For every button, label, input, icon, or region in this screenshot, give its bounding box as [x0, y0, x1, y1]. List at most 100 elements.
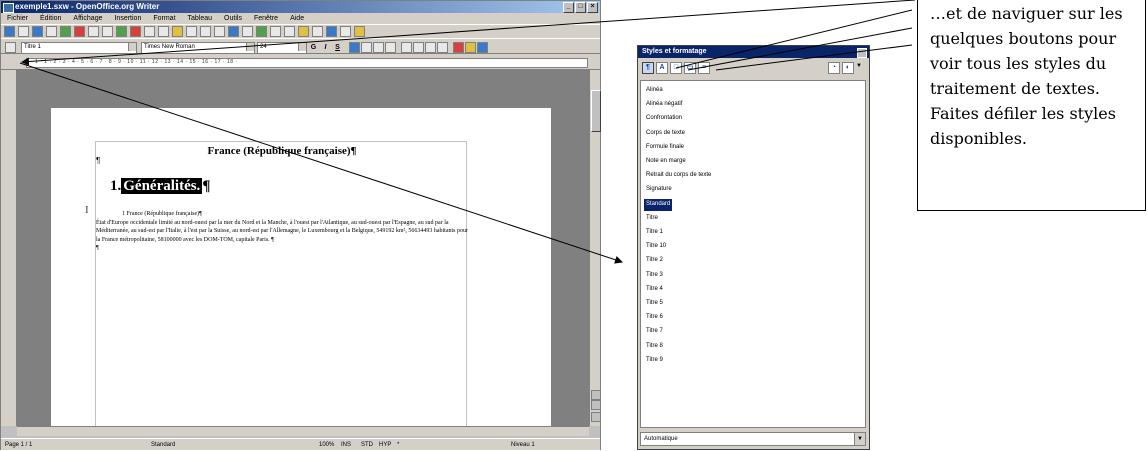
style-list-item[interactable]: Corps de texte	[644, 128, 687, 140]
style-list-item[interactable]: Titre 3	[644, 270, 665, 282]
paragraph-style-combo[interactable]: Titre 1	[21, 42, 137, 54]
nonprinting-chars-icon[interactable]	[326, 26, 337, 37]
open-icon[interactable]	[18, 26, 29, 37]
style-filter-combo[interactable]: Automatique ▼	[640, 432, 866, 446]
font-name-combo[interactable]: Times New Roman	[141, 42, 255, 54]
style-list-item[interactable]: Titre	[644, 213, 660, 225]
document-page[interactable]: France (République française)¶ ¶ 1. Génér…	[51, 108, 551, 426]
style-list-item[interactable]: Titre 5	[644, 298, 665, 310]
menu-tableau[interactable]: Tableau	[188, 13, 213, 24]
style-list-item[interactable]: Titre 7	[644, 326, 665, 338]
increase-indent-icon[interactable]	[437, 42, 448, 53]
bullets-icon[interactable]	[413, 42, 424, 53]
style-list-item[interactable]: Standard	[644, 198, 673, 211]
spellcheck-icon[interactable]	[116, 26, 127, 37]
background-color-icon[interactable]	[477, 42, 488, 53]
chevron-down-icon[interactable]: ▼	[854, 433, 865, 445]
menu-edition[interactable]: Édition	[40, 13, 61, 24]
justify-icon[interactable]	[385, 42, 396, 53]
menu-insertion[interactable]: Insertion	[114, 13, 141, 24]
pdf-icon[interactable]	[74, 26, 85, 37]
style-list-item[interactable]: Titre 6	[644, 312, 665, 324]
format-paintbrush-icon[interactable]	[186, 26, 197, 37]
align-right-icon[interactable]	[373, 42, 384, 53]
chevron-down-icon[interactable]	[298, 43, 306, 51]
autospell-icon[interactable]	[130, 26, 141, 37]
style-list-item[interactable]: Retrait du corps de texte	[644, 170, 713, 182]
paragraph-styles-icon[interactable]: ¶	[642, 62, 654, 74]
hyperlink-icon[interactable]	[228, 26, 239, 37]
style-list-item[interactable]: Titre 4	[644, 284, 665, 296]
italic-button[interactable]: I	[321, 43, 330, 52]
menu-aide[interactable]: Aide	[290, 13, 304, 24]
copy-icon[interactable]	[158, 26, 169, 37]
status-zoom[interactable]: 100%	[319, 439, 334, 451]
show-draw-icon[interactable]	[256, 26, 267, 37]
list-styles-icon[interactable]: ≡	[698, 62, 710, 74]
align-left-icon[interactable]	[349, 42, 360, 53]
style-list-item[interactable]: Signature	[644, 184, 674, 196]
style-list-item[interactable]: Titre 10	[644, 241, 668, 253]
navigator-icon[interactable]	[284, 26, 295, 37]
style-list-item[interactable]: Note en marge	[644, 156, 688, 168]
bold-button[interactable]: G	[309, 43, 318, 52]
menu-fenetre[interactable]: Fenêtre	[254, 13, 278, 24]
scroll-down-icon[interactable]	[591, 400, 601, 410]
paste-icon[interactable]	[172, 26, 183, 37]
underline-button[interactable]: S	[333, 43, 342, 52]
menu-outils[interactable]: Outils	[224, 13, 242, 24]
align-center-icon[interactable]	[361, 42, 372, 53]
style-list-item[interactable]: Alinéa négatif	[644, 99, 684, 111]
body-paragraph[interactable]: 1 France (République française)¶ État d'…	[96, 210, 468, 253]
undo-icon[interactable]	[200, 26, 211, 37]
heading-1[interactable]: 1. Généralités. ¶	[110, 178, 210, 195]
minimize-button[interactable]: _	[563, 2, 574, 13]
styles-list[interactable]: Alinéa Alinéa négatif Confrontation Corps d…	[640, 80, 866, 428]
style-list-item[interactable]: Titre 8	[644, 341, 665, 353]
chevron-down-icon[interactable]	[246, 43, 254, 51]
page-down-icon[interactable]	[591, 412, 601, 422]
new-style-icon[interactable]: ◐	[842, 62, 854, 74]
status-selection-mode[interactable]: STD	[361, 439, 373, 451]
numbering-icon[interactable]	[401, 42, 412, 53]
print-icon[interactable]	[88, 26, 99, 37]
chevron-down-icon[interactable]	[128, 43, 136, 51]
styles-formatting-icon[interactable]	[5, 42, 16, 53]
status-hyperlink-mode[interactable]: HYP	[379, 439, 391, 451]
new-document-icon[interactable]	[4, 26, 15, 37]
cut-icon[interactable]	[144, 26, 155, 37]
table-icon[interactable]	[242, 26, 253, 37]
menu-format[interactable]: Format	[153, 13, 175, 24]
status-insert-mode[interactable]: INS	[341, 439, 351, 451]
style-list-item[interactable]: Titre 2	[644, 255, 665, 267]
redo-icon[interactable]	[214, 26, 225, 37]
decrease-indent-icon[interactable]	[425, 42, 436, 53]
horizontal-scrollbar[interactable]	[17, 426, 589, 436]
close-icon[interactable]	[857, 48, 867, 58]
font-size-combo[interactable]: 24	[257, 42, 307, 54]
frame-styles-icon[interactable]: □	[670, 62, 682, 74]
document-area[interactable]: France (République française)¶ ¶ 1. Génér…	[17, 70, 589, 426]
edit-file-icon[interactable]	[60, 26, 71, 37]
style-list-item[interactable]: Titre 9	[644, 355, 665, 367]
find-icon[interactable]	[270, 26, 281, 37]
save-icon[interactable]	[32, 26, 43, 37]
page-styles-icon[interactable]: ▭	[684, 62, 696, 74]
vertical-scrollbar[interactable]	[589, 70, 601, 426]
help-icon[interactable]	[354, 26, 365, 37]
character-styles-icon[interactable]: A	[656, 62, 668, 74]
scroll-up-icon[interactable]	[591, 390, 601, 400]
style-list-item[interactable]: Alinéa	[644, 85, 665, 97]
gallery-icon[interactable]	[298, 26, 309, 37]
scroll-thumb[interactable]	[591, 90, 601, 132]
zoom-icon[interactable]	[340, 26, 351, 37]
style-list-item[interactable]: Confrontation	[644, 113, 684, 125]
close-button[interactable]: ×	[587, 2, 598, 13]
email-icon[interactable]	[46, 26, 57, 37]
menu-fichier[interactable]: Fichier	[7, 13, 28, 24]
menu-affichage[interactable]: Affichage	[73, 13, 102, 24]
highlight-icon[interactable]	[465, 42, 476, 53]
document-title[interactable]: France (République française)¶	[96, 145, 468, 157]
preview-icon[interactable]	[102, 26, 113, 37]
font-color-icon[interactable]	[453, 42, 464, 53]
